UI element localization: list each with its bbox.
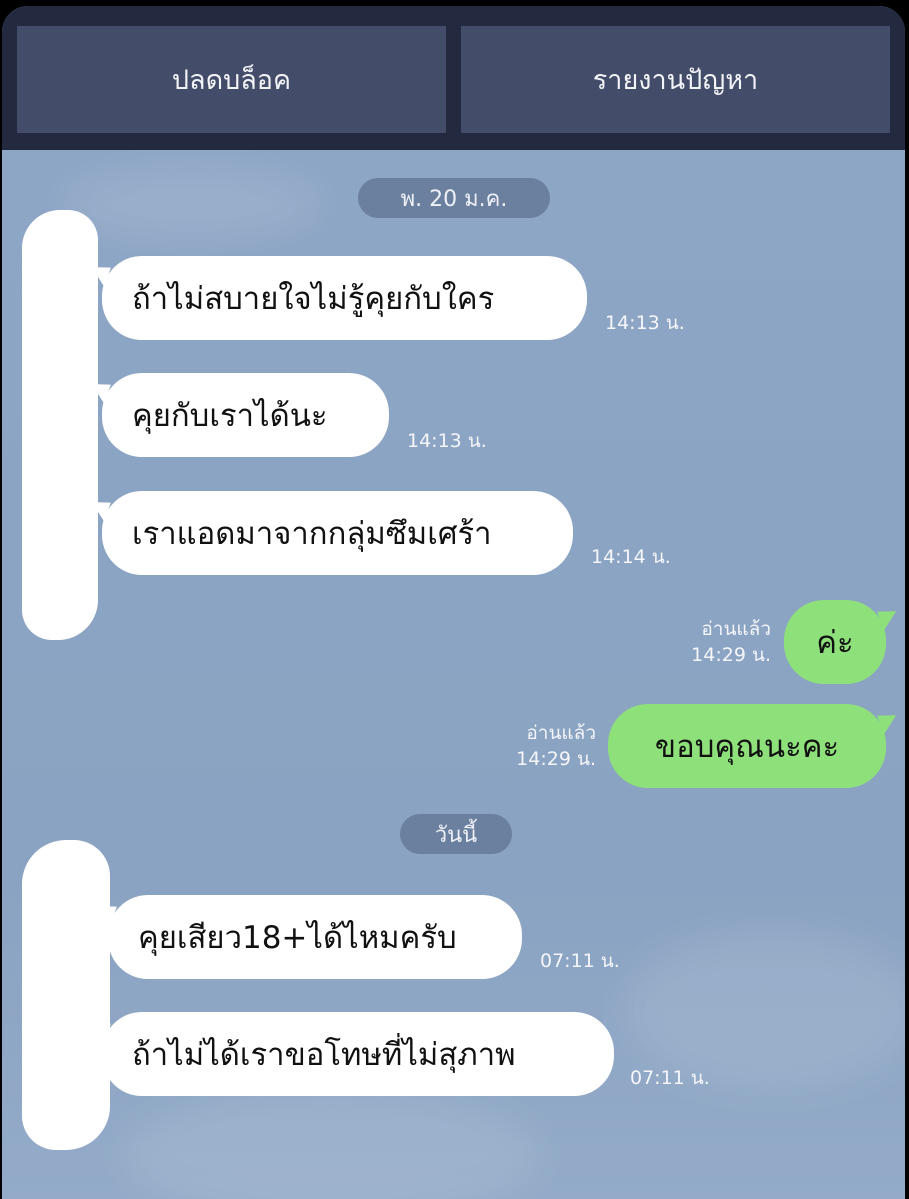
action-bar: ปลดบล็อค รายงานปัญหา	[2, 6, 905, 150]
message-bubble[interactable]: เราแอดมาจากกลุ่มซึมเศร้า	[102, 491, 573, 575]
report-button[interactable]: รายงานปัญหา	[461, 26, 890, 133]
message-time: 14:13 น.	[407, 430, 487, 452]
message-bubble[interactable]: ถ้าไม่สบายใจไม่รู้คุยกับใคร	[102, 256, 587, 340]
date-separator: วันนี้	[400, 814, 512, 854]
read-receipt: อ่านแล้ว	[701, 618, 771, 640]
read-receipt: อ่านแล้ว	[526, 722, 596, 744]
screenshot: ปลดบล็อค รายงานปัญหา พ. 20 ม.ค. ถ้าไม่สบ…	[0, 0, 909, 1199]
message-time: 14:29 น.	[691, 644, 771, 666]
date-separator: พ. 20 ม.ค.	[358, 178, 550, 218]
message-time: 14:29 น.	[516, 748, 596, 770]
message-bubble[interactable]: ขอบคุณนะคะ	[608, 704, 886, 788]
message-bubble[interactable]: คุยกับเราได้นะ	[102, 373, 389, 457]
redacted-avatar	[22, 840, 110, 1150]
redacted-avatar	[22, 210, 98, 640]
background-cloud	[122, 1090, 542, 1199]
message-meta: อ่านแล้ว 14:29 น.	[482, 720, 596, 772]
unblock-button[interactable]: ปลดบล็อค	[17, 26, 446, 133]
message-time: 07:11 น.	[540, 950, 620, 972]
message-time: 07:11 น.	[630, 1067, 710, 1089]
chat-area[interactable]: พ. 20 ม.ค. ถ้าไม่สบายใจไม่รู้คุยกับใคร 1…	[2, 150, 905, 1199]
background-cloud	[62, 170, 322, 240]
message-meta: อ่านแล้ว 14:29 น.	[657, 616, 771, 668]
chat-window: ปลดบล็อค รายงานปัญหา พ. 20 ม.ค. ถ้าไม่สบ…	[2, 6, 905, 1199]
message-time: 14:14 น.	[591, 546, 671, 568]
message-bubble[interactable]: ค่ะ	[784, 600, 886, 684]
message-bubble[interactable]: คุยเสียว18+ได้ไหมครับ	[108, 895, 522, 979]
message-bubble[interactable]: ถ้าไม่ได้เราขอโทษที่ไม่สุภาพ	[102, 1012, 614, 1096]
message-time: 14:13 น.	[605, 312, 685, 334]
